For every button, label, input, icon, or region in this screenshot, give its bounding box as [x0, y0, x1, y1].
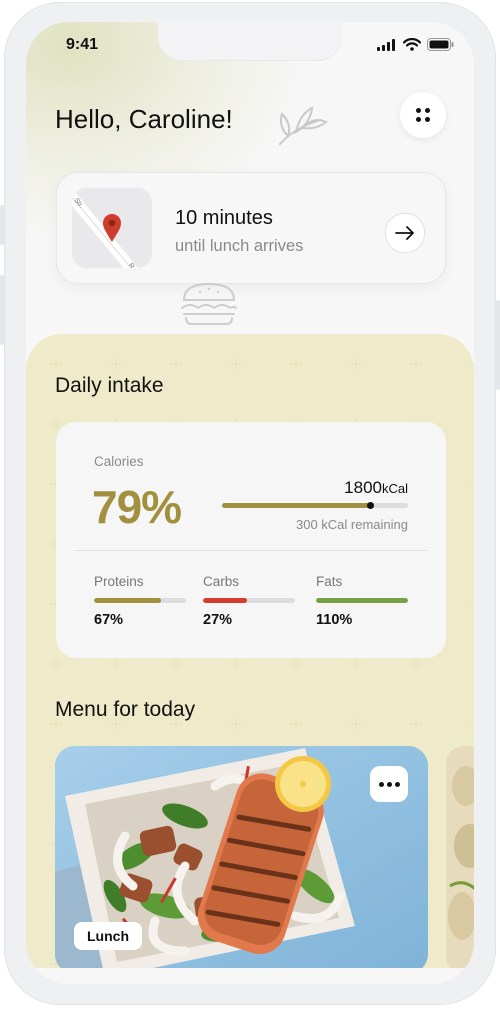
more-dot: [378, 781, 384, 787]
macro-label: Carbs: [203, 574, 240, 589]
more-dot: [386, 781, 392, 787]
calories-remaining: 300 kCal remaining: [295, 517, 408, 532]
greeting-title: Hello, Caroline!: [55, 104, 233, 134]
macro-label: Fats: [316, 574, 343, 589]
battery-icon: [427, 38, 454, 51]
macro-label: Proteins: [94, 574, 144, 589]
arrow-right-icon: [395, 226, 414, 240]
menu-today-title: Menu for today: [55, 698, 196, 721]
macro-proteins: Proteins 67%: [94, 574, 186, 628]
macro-carbs: Carbs 27%: [203, 574, 295, 628]
meal-tag-lunch: Lunch: [74, 922, 142, 950]
divider: [74, 550, 428, 551]
macro-value: 67%: [94, 612, 124, 628]
signal-icon: [377, 38, 395, 51]
menu-dot: [425, 108, 430, 113]
delivery-status-card[interactable]: Str. R 10 minutes until lunch arrives: [56, 172, 446, 284]
wifi-icon: [403, 38, 421, 51]
status-time: 9:41: [66, 36, 99, 53]
menu-card-lunch[interactable]: Lunch: [55, 746, 428, 974]
delivery-details-button[interactable]: [385, 213, 425, 253]
more-dot: [394, 781, 400, 787]
calories-progress-bar: [222, 502, 408, 509]
macro-progress-fill: [203, 598, 248, 603]
delivery-subtitle: until lunch arrives: [175, 237, 304, 255]
calories-progress-fill: [222, 503, 371, 508]
daily-intake-card: Calories 79% 1800kCal 300 kCal remaining…: [56, 422, 446, 658]
macro-progress-bar: [203, 598, 295, 603]
bottom-edge: [26, 968, 474, 984]
delivery-eta: 10 minutes: [175, 207, 273, 229]
burger-icon: [181, 282, 237, 325]
calories-label: Calories: [94, 454, 144, 469]
macro-value: 27%: [203, 612, 233, 628]
side-button: [0, 205, 4, 245]
calories-unit: kCal: [381, 481, 408, 496]
status-icons: [377, 38, 454, 51]
calories-progress-marker: [366, 502, 374, 509]
menu-dot: [416, 117, 421, 122]
map-icon: Str. R: [72, 188, 139, 268]
more-menu-button[interactable]: [400, 92, 446, 138]
menu-card-more-button[interactable]: [370, 766, 408, 802]
volume-button: [0, 275, 4, 345]
power-button: [496, 300, 500, 390]
menu-dot: [416, 108, 421, 113]
delivery-map-thumbnail: Str. R: [72, 188, 152, 268]
app-screen: 9:41 Hello, Caroline! Str. R 10 minutes …: [26, 22, 474, 984]
macro-fats: Fats 110%: [316, 574, 408, 628]
calories-total: 1800kCal: [344, 478, 408, 498]
calories-amount: 1800: [344, 478, 382, 497]
macro-progress-fill: [316, 598, 408, 603]
menu-dot: [425, 117, 430, 122]
daily-intake-title: Daily intake: [55, 374, 164, 397]
macro-progress-fill: [94, 598, 162, 603]
macro-value: 110%: [316, 612, 353, 628]
leaf-icon: [279, 106, 328, 145]
calories-percent: 79%: [92, 481, 182, 533]
next-meal-image: [446, 746, 474, 974]
menu-card-next[interactable]: [446, 746, 474, 974]
macro-progress-bar: [316, 598, 408, 603]
notch: [158, 22, 342, 60]
macro-progress-bar: [94, 598, 186, 603]
